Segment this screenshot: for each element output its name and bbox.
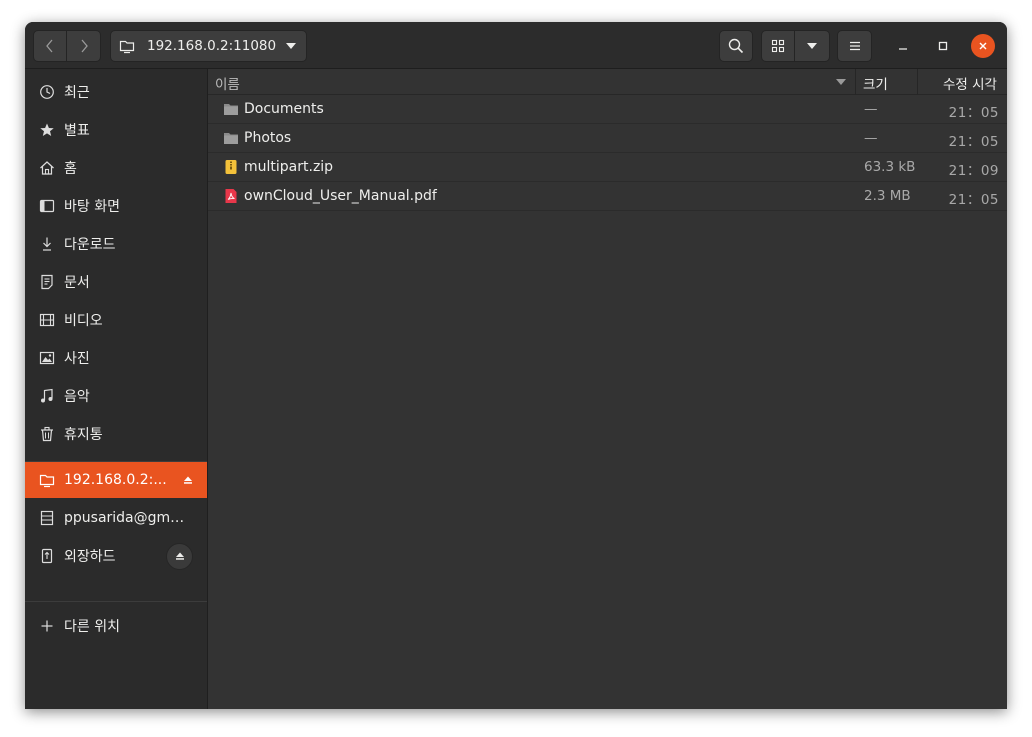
forward-icon [81,39,88,53]
sidebar-item-desktop[interactable]: 바탕 화면 [25,188,207,224]
file-size: — [864,101,878,117]
sidebar-item-starred[interactable]: 별표 [25,112,207,148]
location-bar[interactable]: 192.168.0.2:11080 [110,30,307,62]
sidebar-item-label: 음악 [64,389,90,405]
sort-descending-icon [836,79,846,85]
location-dropdown-icon[interactable] [286,43,296,49]
sidebar-item-account[interactable]: ppusarida@gma... [25,500,207,536]
sidebar-item-trash[interactable]: 휴지통 [25,416,207,452]
file-modified: 21：05 [948,134,999,150]
pdf-icon [223,188,239,204]
sidebar-item-label: 별표 [64,123,90,139]
file-row-owncloud-manual-pdf[interactable]: ownCloud_User_Manual.pdf 2.3 MB 21：05 [208,182,1007,211]
home-icon [39,160,55,176]
sidebar-item-label: 다른 위치 [64,619,120,635]
sidebar-item-documents[interactable]: 문서 [25,264,207,300]
sidebar-item-label: 비디오 [64,313,103,329]
file-manager-window: 192.168.0.2:11080 최근 별표 홈 바탕 화면 다운로드 문서 … [25,22,1007,709]
sidebar-item-downloads[interactable]: 다운로드 [25,226,207,262]
view-options-icon [807,43,817,49]
network-folder-icon [39,472,55,488]
back-button[interactable] [33,30,67,62]
forward-button[interactable] [67,30,101,62]
sidebar-item-external-drive[interactable]: 외장하드 [25,538,207,574]
sidebar-item-music[interactable]: 음악 [25,378,207,414]
video-icon [39,312,55,328]
main-menu-button[interactable] [837,30,872,62]
star-icon [39,122,55,138]
sidebar-item-network-share[interactable]: 192.168.0.2:... [25,462,207,498]
header-bar: 192.168.0.2:11080 [25,22,1007,69]
eject-button[interactable] [166,542,193,570]
sidebar-item-label: 바탕 화면 [64,199,120,215]
column-header: 이름 크기 수정 시각 [208,69,1007,95]
search-icon [728,38,744,54]
sidebar-item-videos[interactable]: 비디오 [25,302,207,338]
eject-icon [175,552,184,560]
grid-view-button[interactable] [761,30,795,62]
column-modified-header[interactable]: 수정 시각 [943,73,997,93]
file-list-view: 이름 크기 수정 시각 Documents — 21：05 Photos — 2… [208,69,1007,709]
file-name: Documents [244,101,324,117]
file-size: 2.3 MB [864,188,911,204]
file-row-multipart-zip[interactable]: multipart.zip 63.3 kB 21：09 [208,153,1007,182]
sidebar: 최근 별표 홈 바탕 화면 다운로드 문서 비디오 사진 음악 휴지통 192.… [25,69,208,709]
minimize-button[interactable] [891,34,915,58]
file-row-photos[interactable]: Photos — 21：05 [208,124,1007,153]
file-modified: 21：05 [948,105,999,121]
folder-icon [223,130,239,146]
music-icon [39,388,55,404]
picture-icon [39,350,55,366]
back-icon [46,39,53,53]
folder-remote-icon [119,40,135,54]
location-text: 192.168.0.2:11080 [147,38,277,54]
sidebar-item-pictures[interactable]: 사진 [25,340,207,376]
file-size: 63.3 kB [864,159,916,175]
trash-icon [39,426,55,442]
file-name: ownCloud_User_Manual.pdf [244,188,437,204]
column-name-header[interactable]: 이름 [215,73,240,93]
file-modified: 21：09 [948,163,999,179]
view-options-button[interactable] [795,30,830,62]
grid-view-icon [771,39,785,53]
document-icon [39,274,55,290]
file-modified: 21：05 [948,192,999,208]
column-divider [855,69,856,95]
sidebar-item-recent[interactable]: 최근 [25,74,207,110]
sidebar-item-label: 외장하드 [64,549,116,565]
sidebar-item-label: 사진 [64,351,90,367]
sidebar-item-label: 최근 [64,85,90,101]
sidebar-item-label: 홈 [64,161,77,177]
sidebar-item-label: 휴지통 [64,427,103,443]
sidebar-item-label: 다운로드 [64,237,116,253]
desktop-icon [39,198,55,214]
maximize-button[interactable] [931,34,955,58]
sidebar-item-home[interactable]: 홈 [25,150,207,186]
maximize-icon [938,41,948,51]
hamburger-menu-icon [849,41,860,51]
sidebar-item-label: ppusarida@gma... [64,510,192,526]
file-size: — [864,130,878,146]
eject-icon[interactable] [183,475,193,485]
file-name: Photos [244,130,292,146]
sidebar-item-label: 192.168.0.2:... [64,472,167,488]
search-button[interactable] [719,30,753,62]
plus-icon [39,618,55,634]
file-name: multipart.zip [244,159,334,175]
sidebar-separator [25,601,207,602]
download-icon [39,236,55,252]
clock-icon [39,84,55,100]
archive-icon [223,159,239,175]
close-icon [979,42,987,50]
minimize-icon [899,48,907,50]
server-icon [39,510,55,526]
close-button[interactable] [971,34,995,58]
folder-icon [223,101,239,117]
sidebar-item-other-locations[interactable]: 다른 위치 [25,608,207,644]
usb-drive-icon [39,548,55,564]
column-divider [917,69,918,95]
sidebar-item-label: 문서 [64,275,90,291]
file-row-documents[interactable]: Documents — 21：05 [208,95,1007,124]
column-size-header[interactable]: 크기 [863,73,888,93]
